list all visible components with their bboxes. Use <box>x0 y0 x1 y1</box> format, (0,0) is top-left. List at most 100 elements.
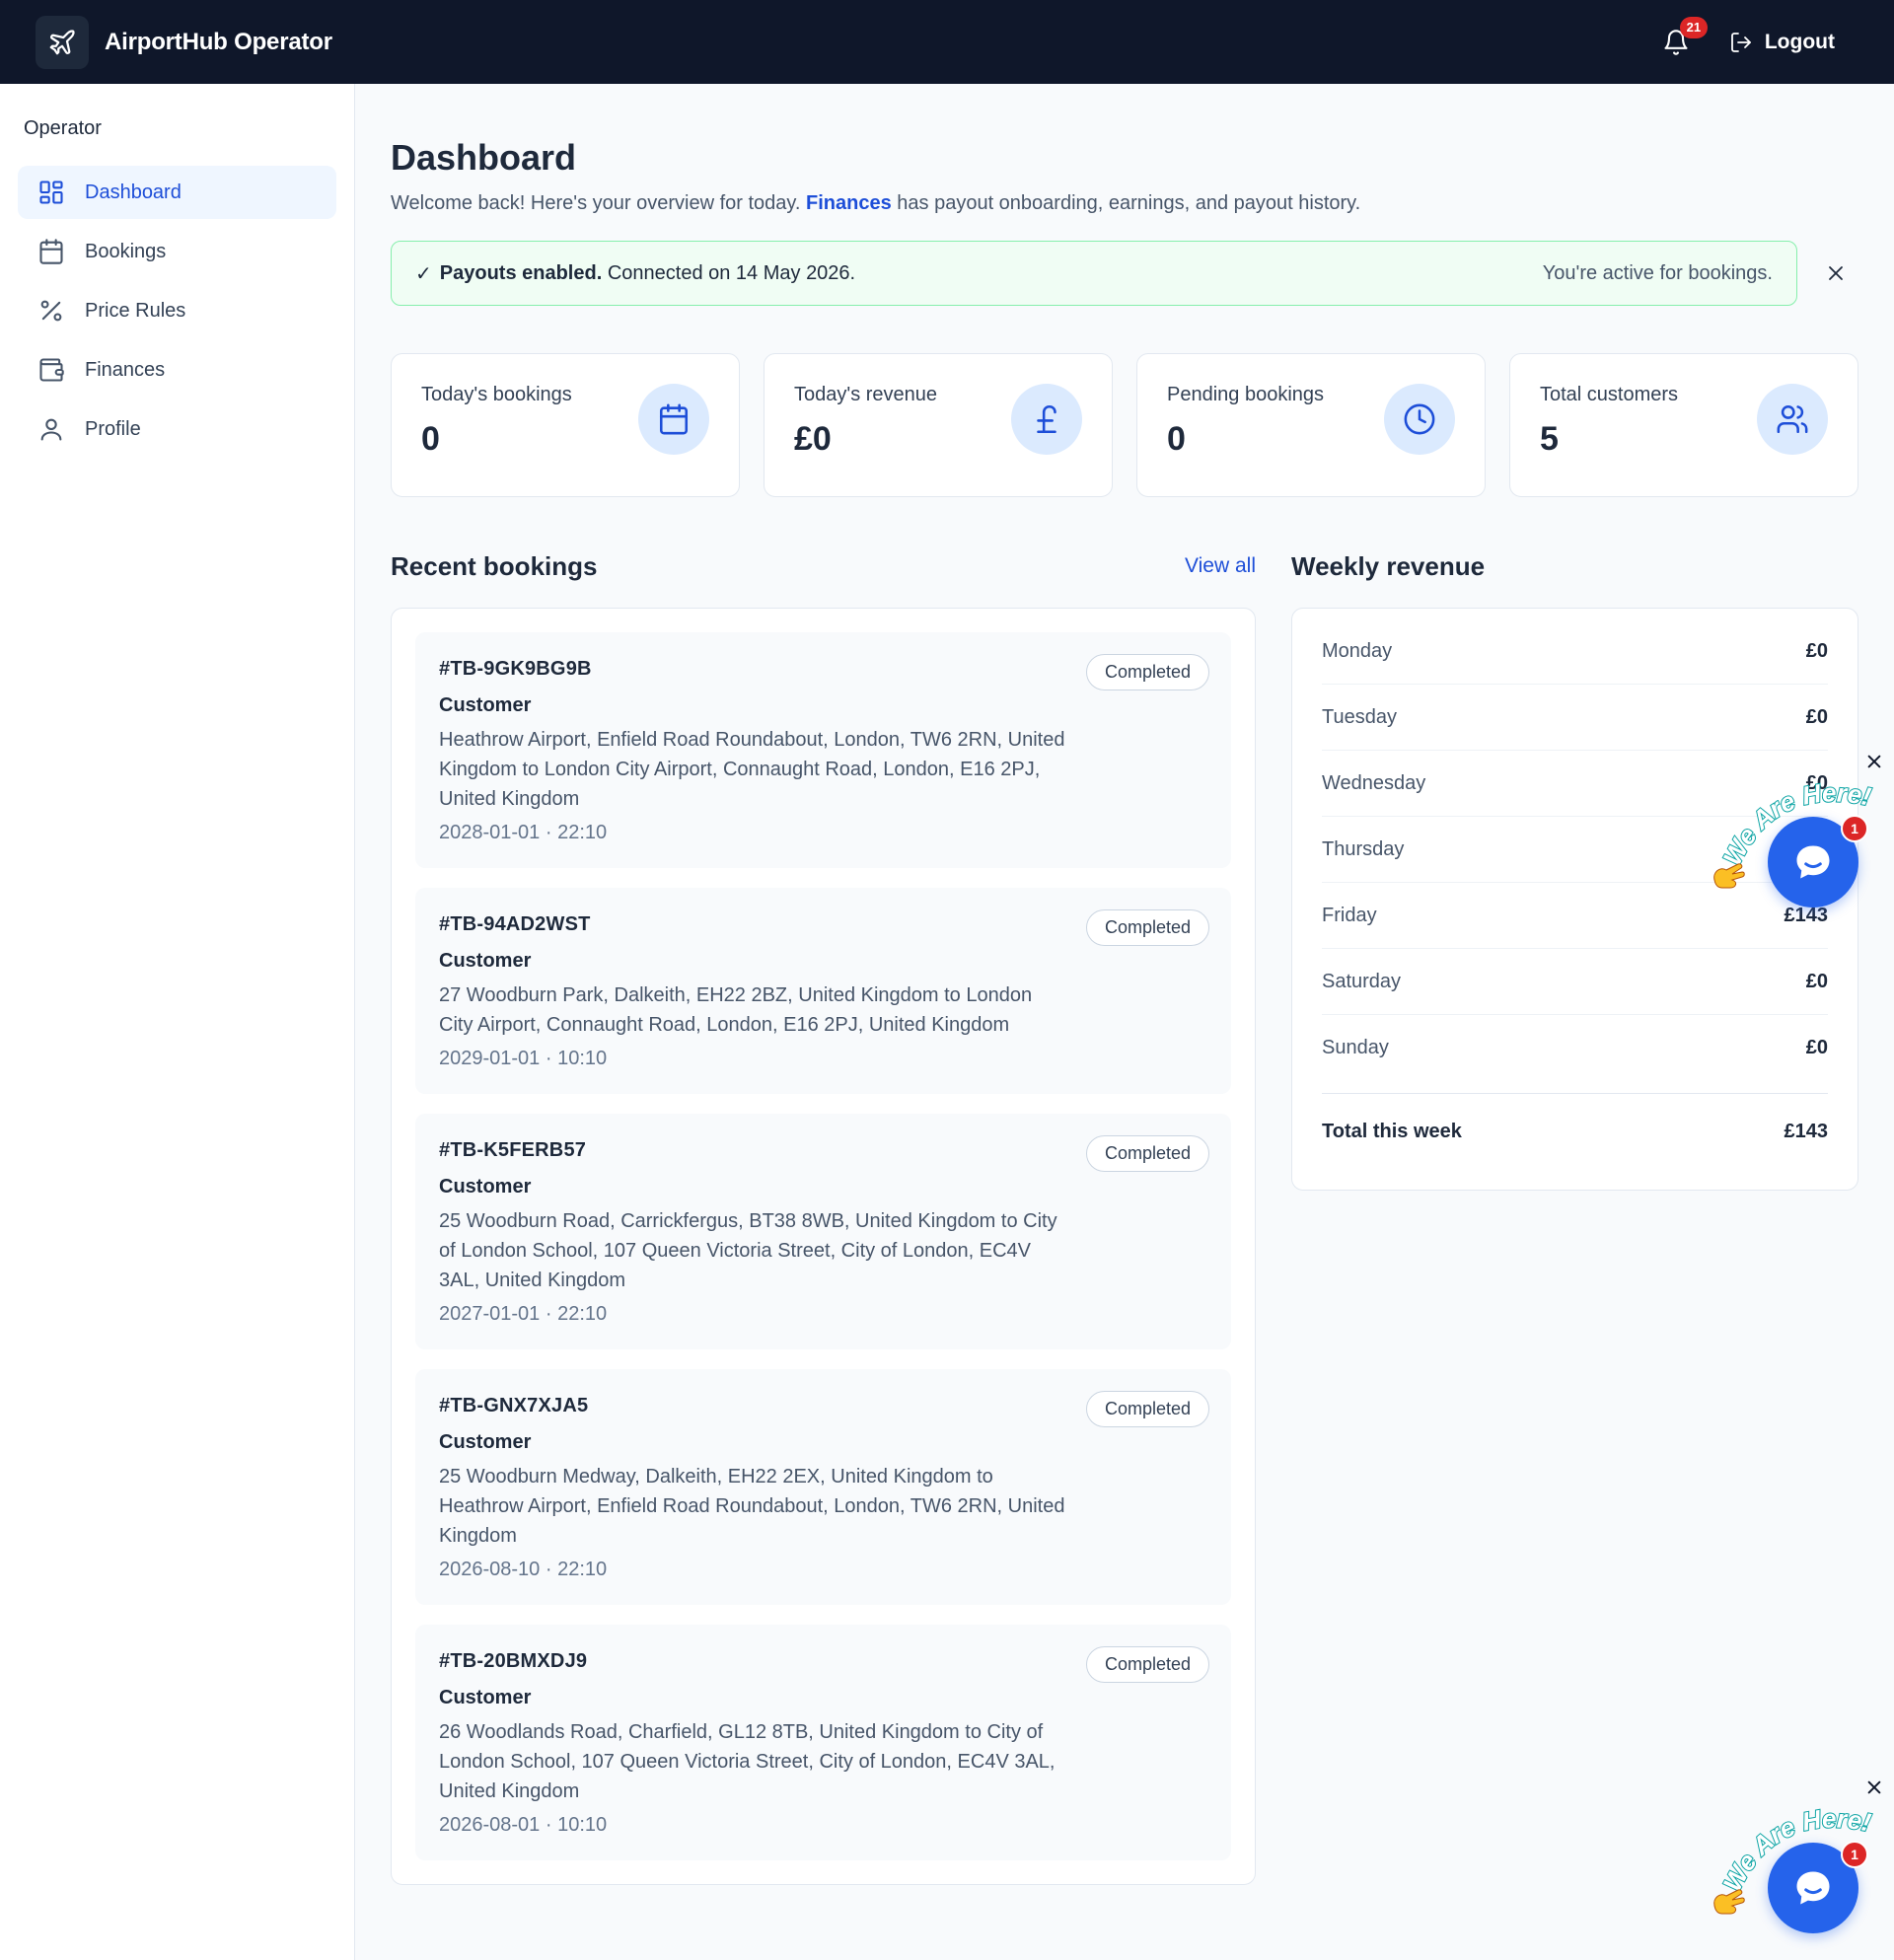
stat-card-todays-bookings: Today's bookings 0 <box>391 353 740 497</box>
clock-icon <box>1384 384 1455 455</box>
booking-customer: Customer <box>439 1687 532 1708</box>
chat-widget: We Are Here! 1 <box>1699 750 1886 917</box>
close-icon <box>1829 266 1843 280</box>
brand[interactable]: AirportHub Operator <box>36 15 332 69</box>
calendar-icon <box>638 384 709 455</box>
day-label: Thursday <box>1322 837 1405 860</box>
recent-bookings-title: Recent bookings <box>391 550 598 581</box>
sidebar-item-bookings[interactable]: Bookings <box>18 225 336 278</box>
stat-label: Pending bookings <box>1167 384 1325 405</box>
chat-icon <box>1796 845 1830 879</box>
status-badge: Completed <box>1085 1646 1209 1683</box>
sidebar-item-label: Profile <box>85 417 141 440</box>
booking-time: 2026-08-10 · 22:10 <box>439 1559 608 1580</box>
booking-customer: Customer <box>439 1431 532 1453</box>
day-label: Friday <box>1322 904 1377 926</box>
total-label: Total this week <box>1322 1121 1462 1142</box>
view-all-link[interactable]: View all <box>1185 554 1256 578</box>
logout-button[interactable]: Logout <box>1729 31 1835 54</box>
booking-customer: Customer <box>439 694 532 716</box>
table-row: Tuesday £0 <box>1322 685 1828 751</box>
logout-icon <box>1730 32 1751 52</box>
stat-label: Today's revenue <box>794 384 938 405</box>
top-bar: AirportHub Operator 21 Logout <box>0 0 1894 84</box>
booking-time: 2027-01-01 · 22:10 <box>439 1303 608 1325</box>
booking-route: 26 Woodlands Road, Charfield, GL12 8TB, … <box>439 1721 1056 1802</box>
recent-bookings-section: Recent bookings View all #TB-9GK9BG9B Cu… <box>391 548 1256 1885</box>
banner-status: You're active for bookings. <box>1542 261 1773 284</box>
plane-icon <box>36 15 89 69</box>
day-label: Tuesday <box>1322 705 1397 728</box>
waving-hand-icon <box>1713 1889 1745 1915</box>
booking-time: 2029-01-01 · 10:10 <box>439 1048 608 1069</box>
day-amount: £0 <box>1805 1037 1828 1058</box>
list-item[interactable]: #TB-GNX7XJA5 Customer 25 Woodburn Medway… <box>415 1369 1231 1605</box>
status-badge: Completed <box>1085 654 1209 690</box>
list-item[interactable]: #TB-K5FERB57 Customer 25 Woodburn Road, … <box>415 1114 1231 1349</box>
table-row: Sunday £0 <box>1322 1015 1828 1081</box>
stat-value: 0 <box>1167 420 1186 458</box>
stat-value: 5 <box>1540 420 1559 458</box>
booking-route: 25 Woodburn Medway, Dalkeith, EH22 2EX, … <box>439 1466 1065 1547</box>
close-icon <box>1867 755 1881 768</box>
check-icon: ✓ <box>415 262 432 285</box>
weekly-revenue-title: Weekly revenue <box>1291 550 1486 581</box>
stat-label: Total customers <box>1540 384 1679 405</box>
sidebar: Operator Dashboard Bookings Price Rules … <box>0 84 355 1960</box>
waving-hand-icon <box>1713 863 1745 889</box>
logout-label: Logout <box>1764 30 1835 53</box>
booking-route: 27 Woodburn Park, Dalkeith, EH22 2BZ, Un… <box>439 984 1033 1036</box>
bookings-list: #TB-9GK9BG9B Customer Heathrow Airport, … <box>391 608 1256 1885</box>
sidebar-item-label: Finances <box>85 358 166 381</box>
day-amount: £0 <box>1805 970 1828 992</box>
booking-route: Heathrow Airport, Enfield Road Roundabou… <box>439 729 1065 810</box>
table-row: Monday £0 <box>1322 618 1828 685</box>
list-item[interactable]: #TB-94AD2WST Customer 27 Woodburn Park, … <box>415 888 1231 1094</box>
users-icon <box>1757 384 1828 455</box>
total-amount: £143 <box>1784 1121 1829 1142</box>
status-badge: Completed <box>1085 1135 1209 1172</box>
booking-customer: Customer <box>439 1176 532 1198</box>
sidebar-item-finances[interactable]: Finances <box>18 343 336 397</box>
app-title: AirportHub Operator <box>105 28 332 55</box>
stat-card-pending-bookings: Pending bookings 0 <box>1136 353 1486 497</box>
day-label: Sunday <box>1322 1037 1389 1058</box>
list-item[interactable]: #TB-20BMXDJ9 Customer 26 Woodlands Road,… <box>415 1625 1231 1860</box>
pound-icon <box>1011 384 1082 455</box>
booking-time: 2028-01-01 · 22:10 <box>439 822 608 843</box>
stat-value: £0 <box>794 420 832 458</box>
day-label: Saturday <box>1322 970 1402 992</box>
stat-label: Today's bookings <box>421 384 572 405</box>
sidebar-item-dashboard[interactable]: Dashboard <box>18 166 336 219</box>
sidebar-heading: Operator <box>24 117 102 139</box>
chat-widget: We Are Here! 1 <box>1699 1776 1886 1943</box>
page-title: Dashboard <box>391 137 577 178</box>
booking-time: 2026-08-01 · 10:10 <box>439 1814 608 1836</box>
table-row: Saturday £0 <box>1322 949 1828 1015</box>
booking-route: 25 Woodburn Road, Carrickfergus, BT38 8W… <box>439 1210 1057 1291</box>
day-label: Wednesday <box>1322 771 1426 794</box>
banner-close-button[interactable] <box>1821 258 1851 288</box>
status-badge: Completed <box>1085 1391 1209 1427</box>
notifications-button[interactable]: 21 <box>1656 16 1708 62</box>
calendar-icon <box>39 239 63 264</box>
banner-strong: Payouts enabled. <box>439 261 603 284</box>
percent-icon <box>40 300 62 322</box>
user-icon <box>40 418 62 441</box>
sidebar-item-profile[interactable]: Profile <box>18 402 336 456</box>
stat-value: 0 <box>421 420 440 458</box>
notification-count-badge: 21 <box>1679 16 1708 38</box>
main-content: Dashboard Welcome back! Here's your over… <box>391 84 1858 1885</box>
banner-text: Connected on 14 May 2026. <box>602 261 856 284</box>
sidebar-item-price-rules[interactable]: Price Rules <box>18 284 336 337</box>
finances-link[interactable]: Finances <box>806 192 892 214</box>
payouts-banner: ✓ Payouts enabled. Connected on 14 May 2… <box>391 241 1797 306</box>
list-item[interactable]: #TB-9GK9BG9B Customer Heathrow Airport, … <box>415 632 1231 868</box>
chat-unread-badge: 1 <box>1841 815 1868 842</box>
sidebar-item-label: Price Rules <box>85 299 186 322</box>
wallet-icon <box>39 358 64 382</box>
day-label: Monday <box>1322 639 1393 662</box>
chat-icon <box>1796 1871 1830 1905</box>
sidebar-item-label: Dashboard <box>85 181 182 203</box>
stat-card-total-customers: Total customers 5 <box>1509 353 1858 497</box>
